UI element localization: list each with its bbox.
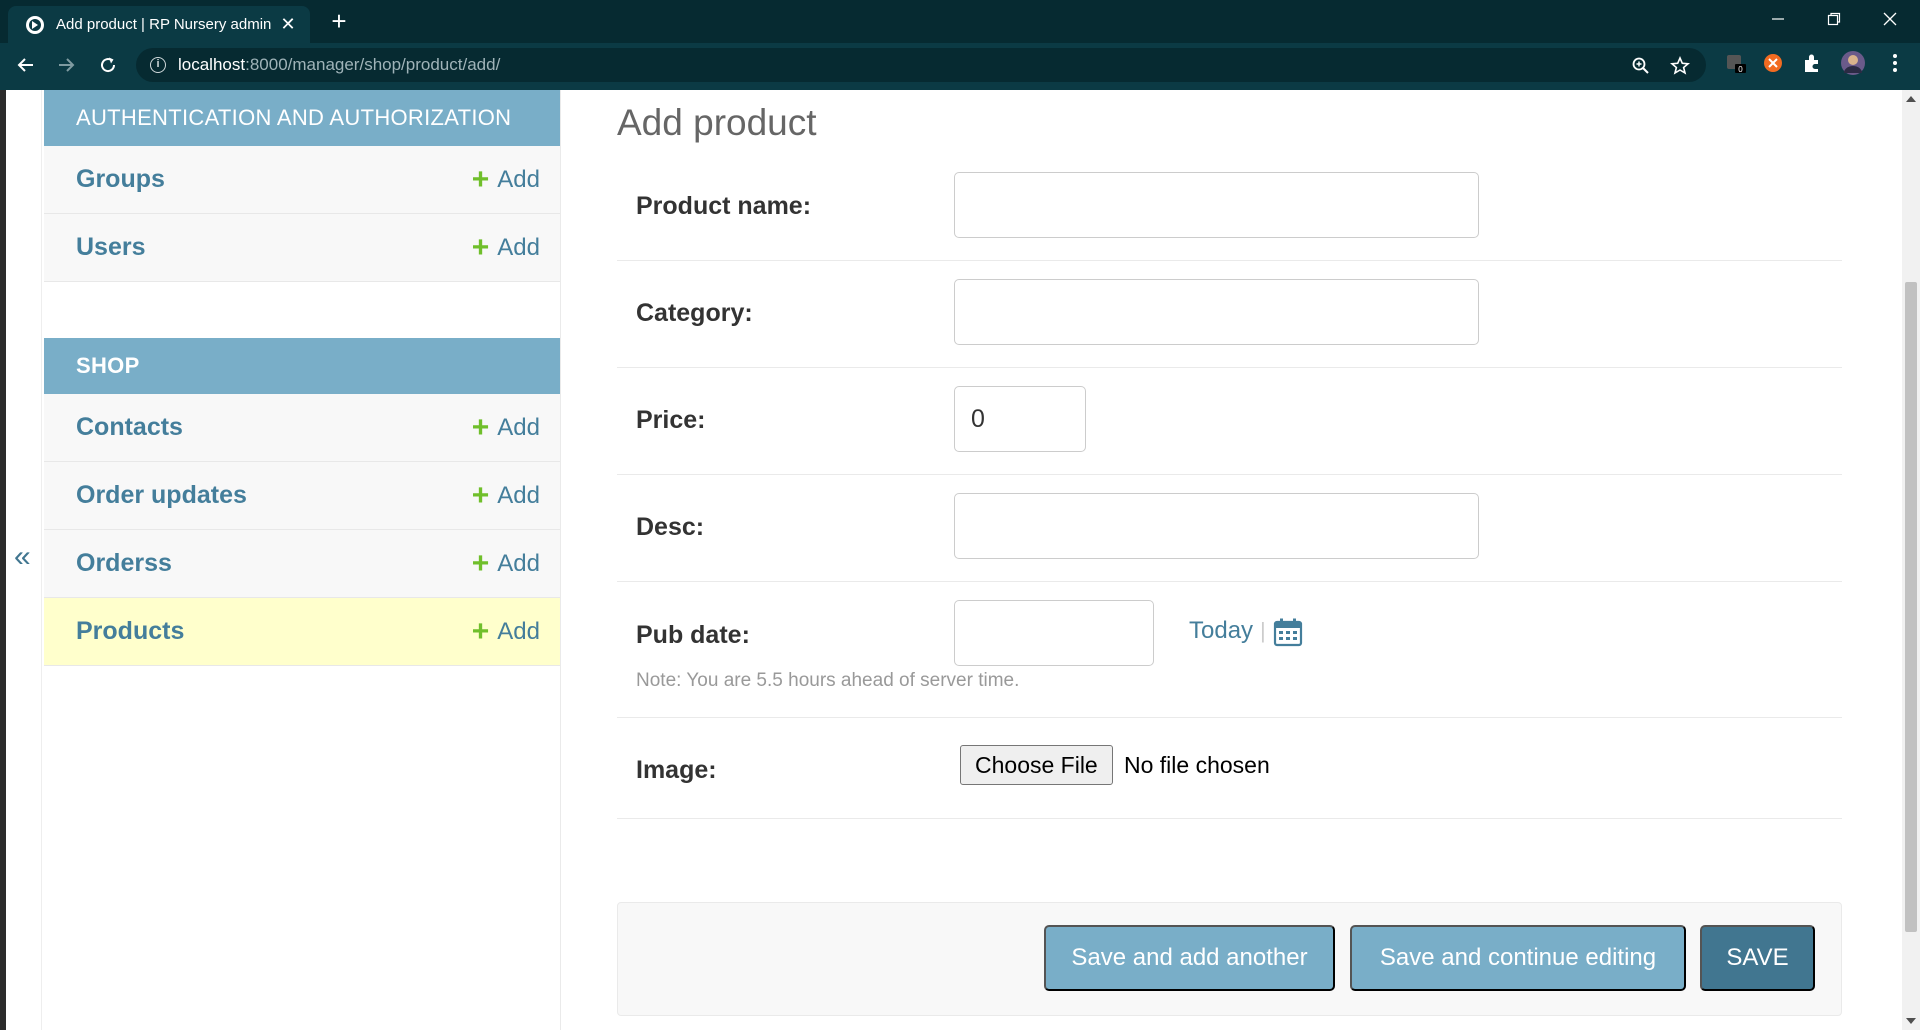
add-groups-link[interactable]: + Add <box>471 162 540 196</box>
form-row-image: Image: Choose File No file chosen <box>617 718 1842 819</box>
add-icon: + <box>471 478 490 512</box>
module-caption-auth[interactable]: AUTHENTICATION AND AUTHORIZATION <box>44 90 560 146</box>
collapse-sidebar-icon[interactable]: « <box>14 542 31 572</box>
browser-chrome: Add product | RP Nursery admin ✕ + i loc… <box>0 0 1920 90</box>
sidebar-item-users: Users + Add <box>44 214 560 282</box>
add-icon: + <box>471 162 490 196</box>
model-link-users[interactable]: Users <box>76 233 146 262</box>
choose-file-button[interactable]: Choose File <box>960 745 1113 785</box>
product-name-input[interactable] <box>954 172 1479 238</box>
add-contacts-link[interactable]: + Add <box>471 410 540 444</box>
add-icon: + <box>471 614 490 648</box>
tab-strip: Add product | RP Nursery admin ✕ + <box>0 0 1920 43</box>
zoom-icon[interactable] <box>1631 56 1651 76</box>
model-link-groups[interactable]: Groups <box>76 165 165 194</box>
form-row-product-name: Product name: <box>617 154 1842 261</box>
file-status-text: No file chosen <box>1124 752 1270 778</box>
tab-close-icon[interactable]: ✕ <box>278 14 298 35</box>
save-and-add-another-button[interactable]: Save and add another <box>1044 925 1335 991</box>
desc-label: Desc: <box>636 513 705 541</box>
main-content: Add product Product name: Category: Pric… <box>617 90 1842 1030</box>
browser-toolbar: i localhost:8000/manager/shop/product/ad… <box>0 43 1920 86</box>
add-icon: + <box>471 410 490 444</box>
nav-sidebar: AUTHENTICATION AND AUTHORIZATION Groups … <box>44 90 561 1030</box>
minimize-icon[interactable] <box>1750 0 1806 38</box>
model-link-products[interactable]: Products <box>76 617 184 646</box>
pub-date-input[interactable] <box>954 600 1154 666</box>
module-gap <box>44 282 560 338</box>
pub-date-label: Pub date: <box>636 621 750 649</box>
today-separator: | <box>1260 618 1266 643</box>
model-link-order-updates[interactable]: Order updates <box>76 481 247 510</box>
browser-menu-icon[interactable] <box>1884 52 1906 74</box>
admin-page: « AUTHENTICATION AND AUTHORIZATION Group… <box>0 90 1920 1030</box>
submit-row: Save and add another Save and continue e… <box>617 902 1842 1016</box>
sidebar-item-order-updates: Order updates + Add <box>44 462 560 530</box>
add-orderss-link[interactable]: + Add <box>471 546 540 580</box>
add-label: Add <box>497 549 540 577</box>
bookmark-star-icon[interactable] <box>1670 56 1690 76</box>
svg-text:0: 0 <box>1738 65 1743 74</box>
today-link[interactable]: Today <box>1189 617 1253 645</box>
model-link-contacts[interactable]: Contacts <box>76 413 183 442</box>
forward-icon[interactable] <box>52 51 80 79</box>
back-icon[interactable] <box>12 51 40 79</box>
url-text: localhost:8000/manager/shop/product/add/ <box>178 55 500 75</box>
form-row-desc: Desc: <box>617 475 1842 582</box>
url-path: :8000/manager/shop/product/add/ <box>245 55 501 74</box>
url-host: localhost <box>178 55 246 74</box>
form-row-price: Price: <box>617 368 1842 475</box>
page-title: Add product <box>617 102 817 143</box>
reload-icon[interactable] <box>94 51 122 79</box>
address-bar[interactable]: i localhost:8000/manager/shop/product/ad… <box>136 48 1706 82</box>
model-link-orderss[interactable]: Orderss <box>76 549 172 578</box>
add-icon: + <box>471 230 490 264</box>
profile-avatar-icon[interactable] <box>1840 50 1866 76</box>
sidebar-item-orderss: Orderss + Add <box>44 530 560 598</box>
tab-title: Add product | RP Nursery admin <box>56 16 272 33</box>
form-row-category: Category: <box>617 261 1842 368</box>
timezone-help-text: Note: You are 5.5 hours ahead of server … <box>636 670 1020 691</box>
category-input[interactable] <box>954 279 1479 345</box>
toggle-nav-sidebar[interactable]: « <box>6 90 42 1030</box>
add-users-link[interactable]: + Add <box>471 230 540 264</box>
restore-icon[interactable] <box>1806 0 1862 38</box>
sidebar-item-groups: Groups + Add <box>44 146 560 214</box>
page-scrollbar[interactable] <box>1902 90 1920 1030</box>
add-label: Add <box>497 165 540 193</box>
image-label: Image: <box>636 756 717 784</box>
save-and-continue-button[interactable]: Save and continue editing <box>1350 925 1686 991</box>
price-label: Price: <box>636 406 706 434</box>
add-label: Add <box>497 617 540 645</box>
scroll-down-icon[interactable] <box>1906 1018 1916 1024</box>
price-input[interactable] <box>954 386 1086 452</box>
extensions-puzzle-icon[interactable] <box>1801 52 1823 74</box>
sidebar-item-products: Products + Add <box>44 598 560 666</box>
sidebar-item-contacts: Contacts + Add <box>44 394 560 462</box>
form-row-pub-date: Pub date: Today | Note: You are 5.5 hour… <box>617 582 1842 718</box>
category-label: Category: <box>636 299 753 327</box>
extension-counter-icon[interactable]: 0 <box>1725 52 1747 74</box>
desc-input[interactable] <box>954 493 1479 559</box>
add-order-updates-link[interactable]: + Add <box>471 478 540 512</box>
add-label: Add <box>497 481 540 509</box>
add-label: Add <box>497 233 540 261</box>
browser-tab[interactable]: Add product | RP Nursery admin ✕ <box>8 6 310 43</box>
extension-orange-icon[interactable] <box>1762 52 1784 74</box>
calendar-icon[interactable] <box>1273 617 1303 647</box>
close-window-icon[interactable] <box>1862 0 1918 38</box>
new-tab-icon[interactable]: + <box>326 8 352 34</box>
product-name-label: Product name: <box>636 192 812 220</box>
save-button[interactable]: SAVE <box>1700 925 1815 991</box>
add-icon: + <box>471 546 490 580</box>
scrollbar-thumb[interactable] <box>1905 282 1917 932</box>
site-favicon-icon <box>26 15 44 34</box>
add-products-link[interactable]: + Add <box>471 614 540 648</box>
site-info-icon[interactable]: i <box>150 57 166 73</box>
module-caption-shop[interactable]: SHOP <box>44 338 560 394</box>
add-label: Add <box>497 413 540 441</box>
scroll-up-icon[interactable] <box>1906 96 1916 102</box>
